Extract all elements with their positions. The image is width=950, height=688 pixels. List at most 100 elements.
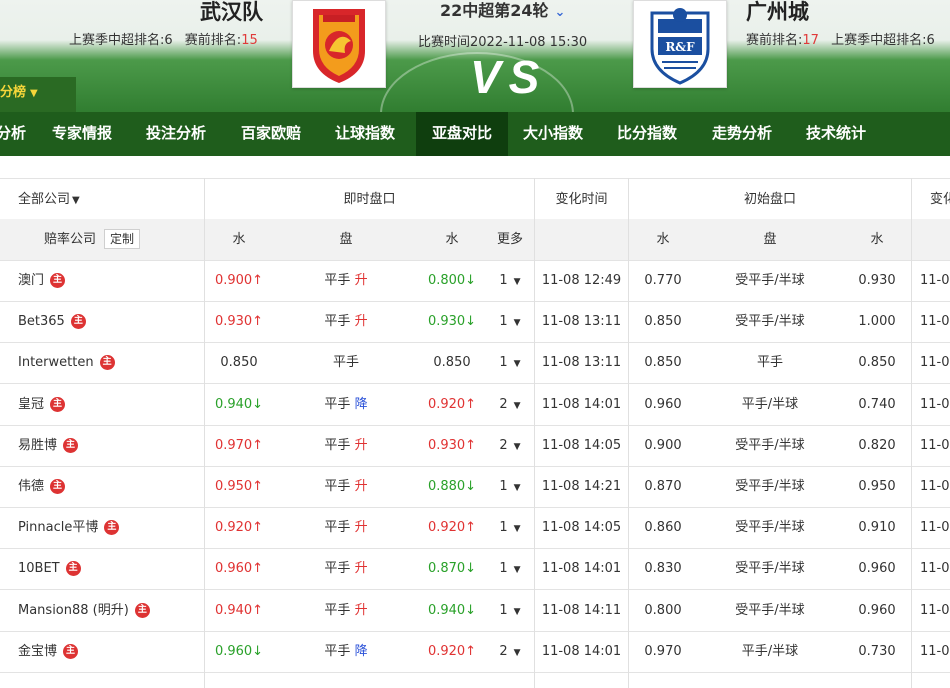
host-badge-icon: 主 [50,479,66,494]
live-handicap[interactable]: 平手 [300,342,392,383]
nav-item-betting-analysis[interactable]: 投注分析 [146,112,206,156]
nav-item-score-index[interactable]: 比分指数 [617,112,677,156]
nav-item-euro-odds[interactable]: 百家欧赔 [241,112,301,156]
more-dropdown[interactable]: 2 ▼ [486,425,534,466]
init-water2: 0.850 [858,355,896,371]
live-water1[interactable]: 0.900↑ [205,260,273,301]
away-pre-rank-label: 赛前排名: [746,33,803,48]
live-water1[interactable]: 0.850 [205,342,273,383]
live-handicap[interactable]: 平手 降 [300,631,392,672]
live-water1[interactable]: 0.960↓ [205,631,273,672]
table-row[interactable]: 澳门主 0.900↑ 平手 升 0.800↓ 1 ▼ 11-08 12:49 0.770 受平手… [0,260,950,302]
handicap-value: 平手 [324,437,351,453]
change-time-2-header: 变化 [930,192,950,207]
nav-item-trend-analysis[interactable]: 走势分析 [712,112,772,156]
live-water2[interactable]: 0.880↓ [420,466,484,507]
company-name[interactable]: 皇冠主 [18,384,204,425]
table-row[interactable]: 皇冠主 0.940↓ 平手 降 0.920↑ 2 ▼ 11-08 14:01 0.960 平手/… [0,384,950,426]
live-handicap[interactable]: 平手 降 [300,384,392,425]
live-water2[interactable]: 0.930↑ [420,425,484,466]
live-handicap[interactable]: 平手 升 [300,590,392,631]
live-handicap[interactable]: 平手 升 [300,425,392,466]
table-row[interactable]: 伟德主 0.950↑ 平手 升 0.880↓ 1 ▼ 11-08 14:21 0.870 受平手… [0,466,950,508]
live-water2[interactable]: 0.850 [420,342,484,383]
nav-item-expert-info[interactable]: 专家情报 [52,112,112,156]
live-handicap[interactable]: 平手 升 [300,301,392,342]
live-water2[interactable]: 0.940↓ [420,590,484,631]
more-dropdown[interactable]: 1 ▼ [486,260,534,301]
handicap-value: 平手 [324,314,351,330]
nav-item-analysis[interactable]: 分析 [0,112,26,156]
live-water1[interactable]: 0.970↑ [205,425,273,466]
table-row[interactable]: 金宝博主 0.960↓ 平手 降 0.920↑ 2 ▼ 11-08 14:01 0.970 平手… [0,631,950,673]
more-count: 1 [499,602,508,618]
company-name[interactable]: 金宝博主 [18,631,204,672]
live-water2[interactable]: 0.930↓ [420,301,484,342]
more-dropdown[interactable]: 1 ▼ [486,466,534,507]
standings-button[interactable]: 分榜 ▼ [0,77,76,112]
company-name[interactable]: Bet365 主 [18,301,204,342]
round-selector[interactable]: 22中超第24轮 ⌄ [440,0,565,21]
more-dropdown[interactable]: 1 ▼ [486,507,534,548]
live-handicap[interactable]: 平手 升 [300,507,392,548]
table-row[interactable]: Interwetten 主 0.850 平手 0.850 1 ▼ 11-08 13:11 0.… [0,342,950,385]
table-row[interactable]: Bet365 主 0.930↑ 平手 升 0.930↓ 1 ▼ 11-08 13:11 0.85… [0,301,950,344]
live-handicap[interactable]: 平手 升 [300,466,392,507]
nav-item-tech-stats[interactable]: 技术统计 [806,112,866,156]
live-water2[interactable]: 0.800↓ [420,260,484,301]
init-water1: 0.860 [644,520,682,536]
customize-button[interactable]: 定制 [104,229,141,249]
live-water1-value: 0.930 [214,314,253,330]
up-arrow-icon: ↑ [252,437,264,453]
live-water1[interactable]: 0.940↑ [205,590,273,631]
live-water2[interactable]: 0.920↑ [420,507,484,548]
company-name[interactable]: Interwetten 主 [18,342,204,383]
live-handicap[interactable]: 平手 升 [300,548,392,589]
up-arrow-icon: ↑ [465,520,477,536]
away-team-logo[interactable]: R&F [633,0,727,88]
company-name[interactable]: 澳门主 [18,260,204,301]
change-time-2: 11-0 [920,643,950,659]
company-name[interactable]: Pinnacle平博主 [18,507,204,548]
live-water1[interactable]: 0.950↑ [205,466,273,507]
more-dropdown[interactable]: 2 ▼ [486,631,534,672]
nav-item-over-under[interactable]: 大小指数 [523,112,583,156]
nav-item-asian-handicap[interactable]: 亚盘对比 [416,112,508,156]
table-row[interactable]: 10BET 主 0.960↑ 平手 升 0.870↓ 1 ▼ 11-08 14:01 0.830… [0,548,950,591]
standings-label: 分榜 [0,85,27,100]
table-row[interactable]: Pinnacle平博主 0.920↑ 平手 升 0.920↑ 1 ▼ 11-08 14:05… [0,507,950,550]
nav-item-handicap-index[interactable]: 让球指数 [335,112,395,156]
live-water1[interactable]: 0.920↑ [205,507,273,548]
company-filter[interactable]: 全部公司 ▼ [18,179,198,220]
live-water2[interactable]: 0.920↑ [420,384,484,425]
init-water2: 0.960 [858,602,896,618]
live-water1-value: 0.850 [220,355,258,371]
change-time-header: 变化时间 [555,192,608,207]
company-name[interactable]: Mansion88 (明升) 主 [18,590,204,631]
away-team-name[interactable]: 广州城 [746,0,809,26]
live-water1[interactable]: 0.960↑ [205,548,273,589]
more-dropdown[interactable]: 1 ▼ [486,342,534,383]
more-dropdown[interactable]: 1 ▼ [486,590,534,631]
live-handicap[interactable]: 平手 升 [300,260,392,301]
more-count: 1 [499,520,508,536]
company-name[interactable]: 10BET 主 [18,548,204,589]
more-dropdown[interactable]: 2 ▼ [486,384,534,425]
live-water2[interactable]: 0.920↑ [420,631,484,672]
table-row[interactable]: 易胜博主 0.970↑ 平手 升 0.930↑ 2 ▼ 11-08 14:05 0.900 受平… [0,425,950,467]
up-arrow-icon: ↑ [252,273,264,288]
live-water1[interactable]: 0.930↑ [205,301,273,342]
company-name[interactable]: 易胜博主 [18,425,204,466]
init-water2: 0.740 [858,396,896,412]
away-rank-info: 赛前排名:17 上赛季中超排名:6 [746,29,935,48]
home-team-logo[interactable] [292,0,386,88]
live-water1[interactable]: 0.940↓ [205,384,273,425]
company-name[interactable]: 伟德主 [18,466,204,507]
live-water2[interactable]: 0.870↓ [420,548,484,589]
more-dropdown[interactable]: 1 ▼ [486,301,534,342]
change-time-2: 11-0 [920,273,950,288]
table-row[interactable]: Mansion88 (明升) 主 0.940↑ 平手 升 0.940↓ 1 ▼ 11-08 1… [0,590,950,632]
more-dropdown[interactable]: 1 ▼ [486,548,534,589]
home-team-name[interactable]: 武汉队 [200,0,263,26]
more-count: 1 [499,314,508,330]
